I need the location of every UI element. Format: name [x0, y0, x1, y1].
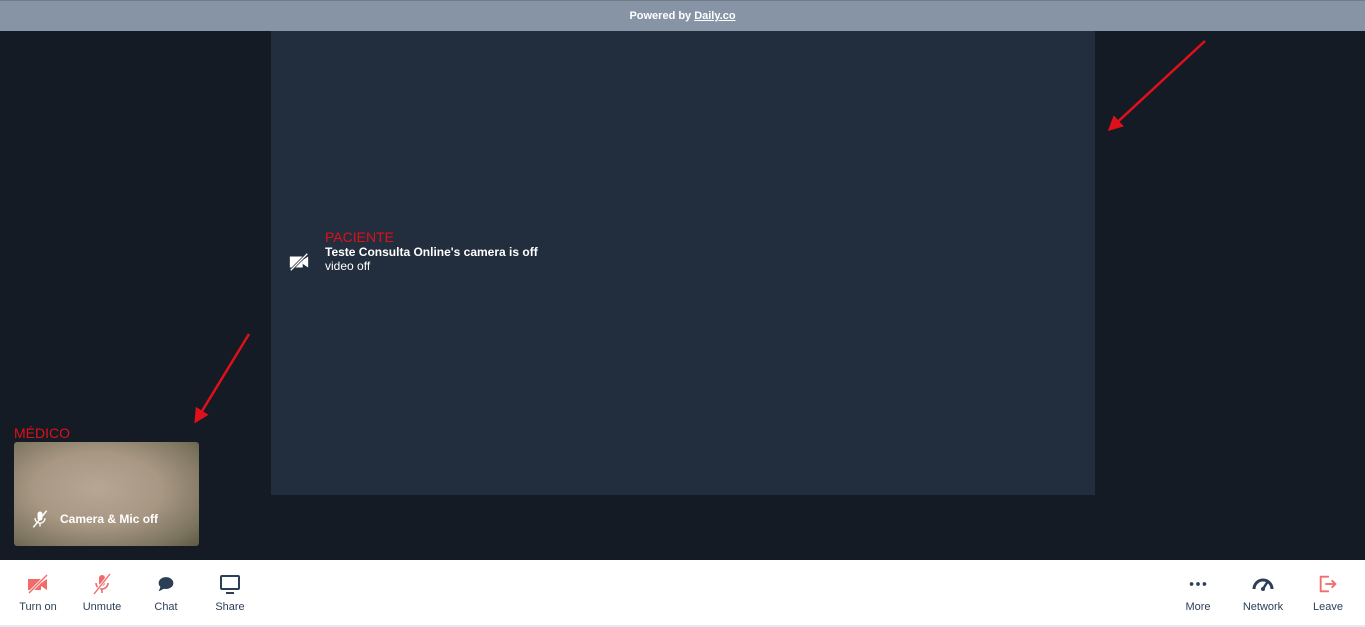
camera-off-message: Teste Consulta Online's camera is off	[325, 245, 538, 259]
remote-participant-info: PACIENTE Teste Consulta Online's camera …	[288, 229, 538, 273]
call-tray: Turn on Unmute Chat Share More Network L…	[0, 560, 1365, 627]
daily-co-link[interactable]: Daily.co	[694, 10, 735, 22]
leave-button[interactable]: Leave	[1298, 560, 1358, 627]
more-label: More	[1185, 601, 1211, 613]
arrow-to-remote	[1107, 40, 1206, 132]
unmute-button[interactable]: Unmute	[72, 560, 132, 627]
unmute-label: Unmute	[82, 601, 122, 613]
turn-on-camera-button[interactable]: Turn on	[8, 560, 68, 627]
chat-icon	[158, 577, 174, 592]
network-button[interactable]: Network	[1233, 560, 1293, 627]
turn-on-label: Turn on	[19, 601, 57, 613]
self-status: Camera & Mic off	[30, 509, 158, 529]
chat-label: Chat	[154, 601, 178, 613]
screen-share-icon	[220, 575, 240, 594]
self-video-tile[interactable]: Camera & Mic off	[14, 442, 199, 546]
mic-off-icon	[32, 510, 48, 528]
share-label: Share	[215, 601, 245, 613]
leave-icon	[1319, 575, 1337, 593]
camera-off-icon	[27, 573, 49, 595]
paciente-annotation: PACIENTE	[325, 229, 394, 245]
more-icon	[1189, 582, 1207, 586]
video-off-status: video off	[325, 259, 371, 273]
camera-off-icon	[289, 252, 309, 272]
network-label: Network	[1242, 601, 1284, 613]
arrow-to-self	[194, 333, 251, 424]
powered-by-bar: Powered by Daily.co	[0, 0, 1365, 31]
powered-by-text: Powered by	[629, 10, 692, 22]
more-button[interactable]: More	[1168, 560, 1228, 627]
medico-annotation: MÉDICO	[14, 425, 70, 441]
leave-label: Leave	[1313, 601, 1343, 613]
mic-off-icon	[92, 573, 112, 595]
share-screen-button[interactable]: Share	[200, 560, 260, 627]
self-status-label: Camera & Mic off	[60, 512, 159, 526]
network-gauge-icon	[1252, 578, 1274, 591]
video-stage: PACIENTE Teste Consulta Online's camera …	[0, 31, 1365, 560]
chat-button[interactable]: Chat	[136, 560, 196, 627]
